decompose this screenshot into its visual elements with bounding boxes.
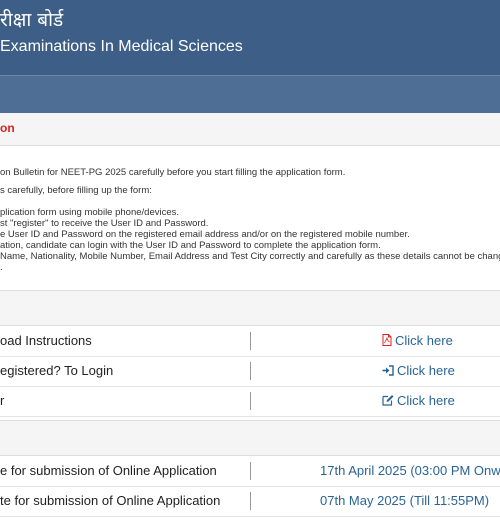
instruction-line: ation, candidate can login with the User… <box>0 240 381 251</box>
link-text: Click here <box>397 393 455 408</box>
date-value: 17th April 2025 (03:00 PM Onward <box>320 463 500 478</box>
row-label: oad Instructions <box>0 333 92 348</box>
row-label: r <box>0 393 5 408</box>
instruction-line: Name, Nationality, Mobile Number, Email … <box>0 251 500 262</box>
row-label: e for submission of Online Application <box>0 463 217 478</box>
instruction-line: st "register" to receive the User ID and… <box>0 218 209 229</box>
table-row: r Click here <box>0 386 500 417</box>
instructions-list: on Bulletin for NEET-PG 2025 carefully b… <box>0 145 500 290</box>
table-row: e for submission of Online Application 1… <box>0 456 500 487</box>
instruction-line: on Bulletin for NEET-PG 2025 carefully b… <box>0 167 346 178</box>
login-link[interactable]: Click here <box>382 356 455 386</box>
column-divider <box>250 332 251 350</box>
date-value: 07th May 2025 (Till 11:55PM) <box>320 493 490 508</box>
header-english-title: Examinations In Medical Sciences <box>0 38 243 55</box>
download-instructions-link[interactable]: Click here <box>382 326 453 356</box>
link-text: Click here <box>397 363 455 378</box>
pdf-icon <box>382 334 392 346</box>
column-divider <box>250 392 251 410</box>
instruction-line: e User ID and Password on the registered… <box>0 229 410 240</box>
register-link[interactable]: Click here <box>382 386 455 416</box>
instructions-panel-heading: on <box>0 113 500 146</box>
table-row: oad Instructions Click here <box>0 326 500 357</box>
site-header: रीक्षा बोर्ड Examinations In Medical Sci… <box>0 0 500 75</box>
panel-title: on <box>0 121 15 135</box>
table-row: te for submission of Online Application … <box>0 486 500 517</box>
header-hindi-title: रीक्षा बोर्ड <box>0 9 64 31</box>
row-label: te for submission of Online Application <box>0 493 221 508</box>
sign-in-icon <box>382 365 394 376</box>
link-text: Click here <box>395 333 453 348</box>
instruction-line: . <box>0 262 3 273</box>
table-row: egistered? To Login Click here <box>0 356 500 387</box>
instruction-line: s carefully, before filling up the form: <box>0 185 152 196</box>
section-separator <box>0 420 500 456</box>
instruction-line: plication form using mobile phone/device… <box>0 207 180 218</box>
edit-icon <box>382 395 394 406</box>
column-divider <box>250 462 251 480</box>
navigation-bar <box>0 75 500 114</box>
column-divider <box>250 492 251 510</box>
section-separator <box>0 290 500 326</box>
column-divider <box>250 362 251 380</box>
row-label: egistered? To Login <box>0 363 114 378</box>
